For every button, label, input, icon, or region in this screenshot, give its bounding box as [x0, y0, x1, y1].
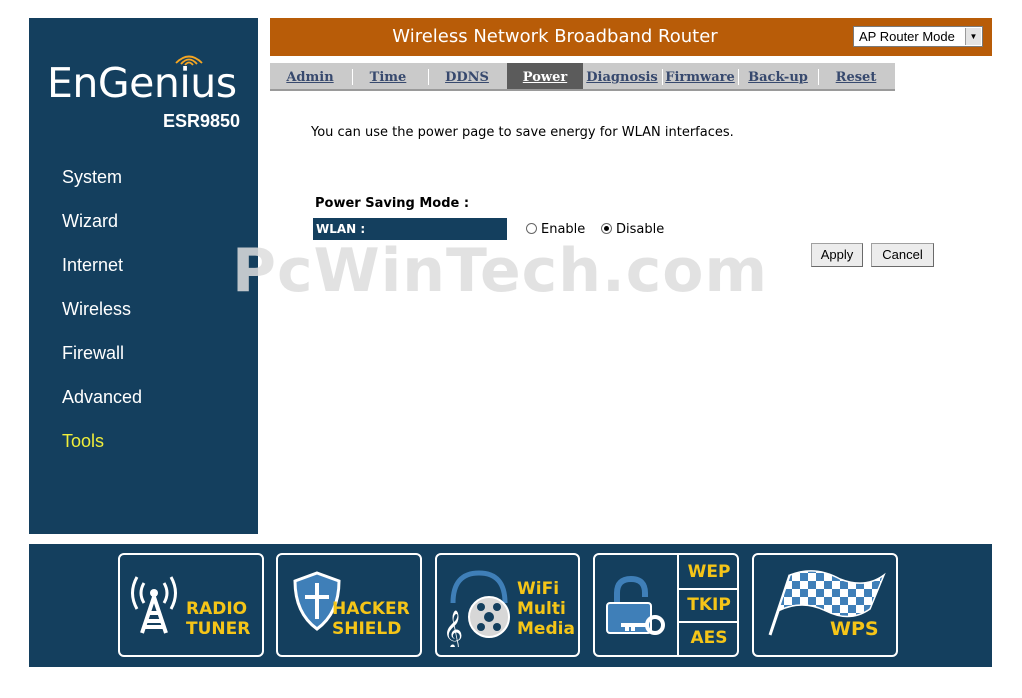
- wifi-multimedia-line3: Media: [517, 619, 575, 639]
- tab-diagnosis[interactable]: Diagnosis: [586, 63, 658, 89]
- apply-button[interactable]: Apply: [811, 243, 863, 267]
- tab-power[interactable]: Power: [507, 63, 583, 89]
- cancel-button[interactable]: Cancel: [871, 243, 934, 267]
- chevron-down-icon[interactable]: ▼: [965, 28, 981, 45]
- watermark: PcWinTech.com: [232, 236, 769, 306]
- power-saving-mode-label: Power Saving Mode :: [315, 196, 470, 211]
- tab-separator: [738, 69, 739, 85]
- sidebar: EnGenius ESR9850 System Wizard Internet …: [29, 18, 258, 534]
- badge-divider: [677, 621, 737, 623]
- tab-time[interactable]: Time: [350, 63, 426, 89]
- sidebar-item-tools[interactable]: Tools: [62, 430, 142, 474]
- tab-firmware[interactable]: Firmware: [664, 63, 736, 89]
- model-name: ESR9850: [162, 111, 240, 131]
- wifi-multimedia-badge: 𝄞 WiFi Multi Media: [435, 553, 580, 657]
- sidebar-item-wizard[interactable]: Wizard: [62, 210, 142, 254]
- sidebar-nav: System Wizard Internet Wireless Firewall…: [62, 166, 142, 474]
- wps-label: WPS: [830, 618, 879, 640]
- tab-separator: [818, 69, 819, 85]
- feature-banner: RADIO TUNER HACKER SHIELD 𝄞 WiFi Multi M…: [29, 544, 992, 667]
- hacker-shield-badge: HACKER SHIELD: [276, 553, 422, 657]
- wep-label: WEP: [687, 562, 731, 582]
- badge-divider: [677, 588, 737, 590]
- hacker-shield-line1: HACKER: [332, 599, 410, 619]
- radio-tuner-line1: RADIO: [186, 599, 248, 619]
- enable-radio[interactable]: Enable: [526, 222, 585, 237]
- intro-text: You can use the power page to save energ…: [311, 125, 734, 140]
- tab-admin[interactable]: Admin: [270, 63, 350, 89]
- sidebar-item-wireless[interactable]: Wireless: [62, 298, 142, 342]
- sidebar-item-advanced[interactable]: Advanced: [62, 386, 142, 430]
- sidebar-item-internet[interactable]: Internet: [62, 254, 142, 298]
- aes-label: AES: [690, 628, 728, 648]
- router-mode-select[interactable]: AP Router Mode ▼: [853, 26, 983, 47]
- tab-backup[interactable]: Back-up: [740, 63, 816, 89]
- radio-tuner-badge: RADIO TUNER: [118, 553, 264, 657]
- disable-radio-label: Disable: [616, 222, 665, 237]
- wps-badge: WPS: [752, 553, 898, 657]
- tab-separator: [662, 69, 663, 85]
- disable-radio[interactable]: Disable: [601, 222, 664, 237]
- radio-tuner-line2: TUNER: [186, 619, 251, 639]
- hacker-shield-line2: SHIELD: [332, 619, 402, 639]
- header-bar: Wireless Network Broadband Router AP Rou…: [270, 18, 992, 56]
- lock-icon: [606, 575, 665, 635]
- tab-ddns[interactable]: DDNS: [428, 63, 506, 89]
- wlan-label: WLAN :: [313, 218, 507, 240]
- page-title: Wireless Network Broadband Router: [392, 26, 718, 47]
- enable-radio-label: Enable: [541, 222, 586, 237]
- sidebar-item-firewall[interactable]: Firewall: [62, 342, 142, 386]
- tab-reset[interactable]: Reset: [820, 63, 892, 89]
- tab-bar: Admin Time DDNS Power Diagnosis Firmware…: [270, 63, 895, 91]
- router-mode-value: AP Router Mode: [859, 29, 955, 44]
- wifi-multimedia-line1: WiFi: [517, 579, 560, 599]
- wifi-multimedia-line2: Multi: [517, 599, 566, 619]
- svg-text:𝄞: 𝄞: [443, 610, 463, 647]
- sidebar-item-system[interactable]: System: [62, 166, 142, 210]
- radio-checked-icon[interactable]: [601, 223, 612, 234]
- brand-logo: EnGenius: [47, 59, 237, 107]
- tkip-label: TKIP: [687, 595, 731, 615]
- radio-tower-icon: [131, 576, 177, 634]
- radio-unchecked-icon[interactable]: [526, 223, 537, 234]
- security-badge: WEP TKIP AES: [593, 553, 739, 657]
- media-icon: 𝄞: [443, 570, 510, 647]
